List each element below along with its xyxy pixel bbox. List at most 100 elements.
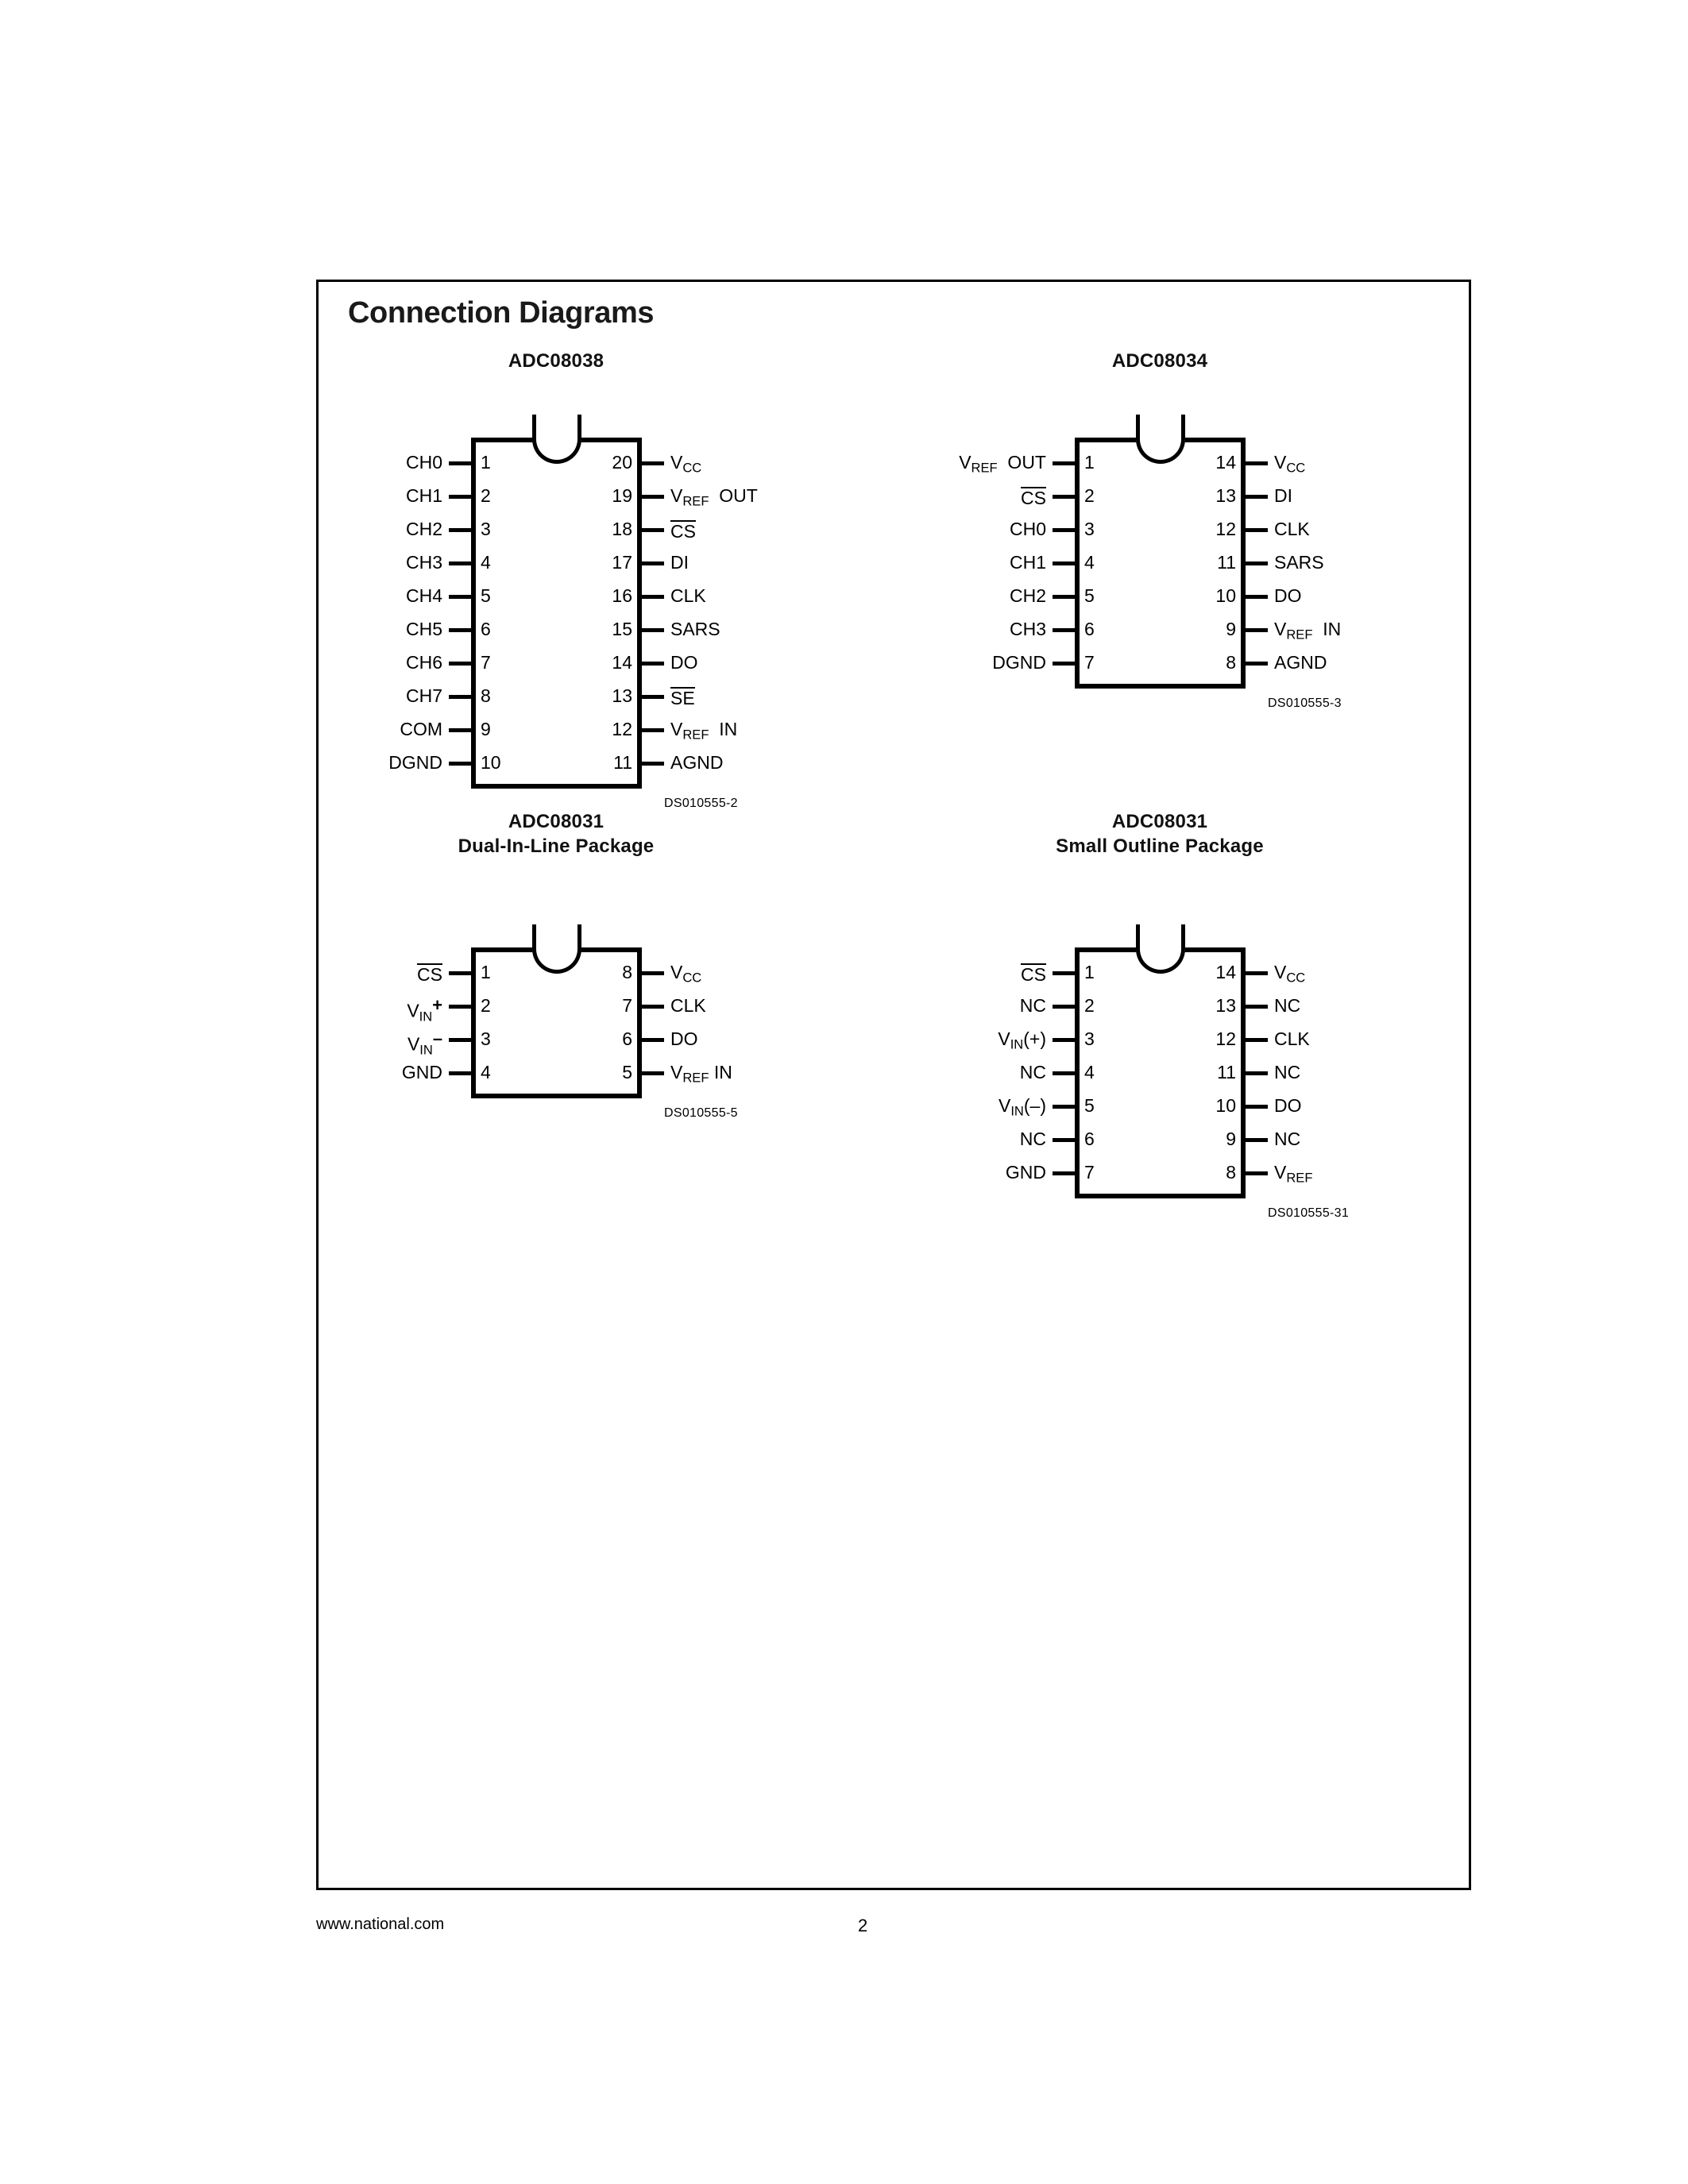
pin-number-8: 8	[1226, 1162, 1236, 1183]
pin-label-di: DI	[1274, 484, 1292, 506]
pin-lead	[642, 727, 664, 732]
pin-number-6: 6	[481, 618, 491, 639]
chip-pin1-notch-icon	[532, 414, 581, 464]
pin-label-vref-in: VREF IN	[1274, 618, 1342, 642]
pin-label-cs: CS	[1021, 963, 1046, 986]
pin-label-gnd: GND	[401, 1062, 442, 1083]
pin-lead	[1053, 527, 1075, 532]
pin-label-vref-in: VREF IN	[670, 1062, 732, 1086]
pin-lead	[1246, 1005, 1268, 1009]
pin-number-3: 3	[1084, 518, 1095, 539]
pin-number-2: 2	[481, 995, 491, 1017]
pin-label-vcc: VCC	[1274, 451, 1306, 476]
chip-package-adc08038: 1 CH0 2 CH1 3 CH2 4 CH3 5 CH4 6 CH5 7 CH6 8 CH7 9 COM 10 DG…	[334, 374, 778, 825]
pin-lead	[449, 694, 471, 699]
pin-number-6: 6	[1084, 618, 1095, 639]
pin-number-7: 7	[1084, 651, 1095, 673]
pin-lead	[642, 461, 664, 465]
pin-number-11: 11	[613, 751, 632, 773]
pin-lead	[1246, 1138, 1268, 1143]
chip-diagram-adc08031-dip: ADC08031 Dual-In-Line Package 1 CS 2 VIN+ 3 VI…	[334, 810, 778, 1135]
pin-lead	[1053, 1138, 1075, 1143]
pin-lead	[1246, 1105, 1268, 1109]
pin-lead	[449, 494, 471, 499]
pin-number-1: 1	[1084, 962, 1095, 983]
pin-label-ch2: CH2	[405, 518, 442, 539]
pin-lead	[642, 694, 664, 699]
pin-number-18: 18	[612, 518, 632, 539]
pin-number-5: 5	[622, 1062, 632, 1083]
pin-label-cs: CS	[1021, 486, 1046, 508]
pin-label-dgnd: DGND	[388, 751, 442, 773]
chip-caption-adc08031-so: ADC08031 Small Outline Package	[1056, 811, 1264, 857]
pin-label-do: DO	[1274, 585, 1302, 606]
pin-lead	[449, 1071, 471, 1076]
pin-number-10: 10	[1215, 585, 1236, 606]
pin-lead	[1053, 1171, 1075, 1176]
pin-label-sars: SARS	[670, 618, 720, 639]
pin-number-12: 12	[1215, 518, 1236, 539]
pin-number-3: 3	[1084, 1028, 1095, 1050]
pin-lead	[642, 494, 664, 499]
pin-lead	[449, 727, 471, 732]
pin-lead	[1246, 661, 1268, 666]
pin-lead	[1246, 461, 1268, 465]
pin-lead	[1053, 1005, 1075, 1009]
figure-id-DS010555-31: DS010555-31	[1268, 1206, 1350, 1221]
pin-label-do: DO	[670, 651, 698, 673]
pin-lead	[1246, 627, 1268, 632]
pin-label-ch1: CH1	[405, 484, 442, 506]
pin-label-ch3: CH3	[405, 551, 442, 573]
pin-lead	[449, 761, 471, 766]
pin-number-7: 7	[1084, 1162, 1095, 1183]
pin-lead	[449, 594, 471, 599]
pin-label-dgnd: DGND	[992, 651, 1046, 673]
pin-label-agnd: AGND	[670, 751, 724, 773]
pin-lead	[1053, 594, 1075, 599]
chip-package-adc08034: 1 VREF OUT 2 CS 3 CH0 4 CH1 5 CH2 6 CH3 7 DGND 14 VCC 13…	[937, 374, 1382, 725]
pin-number-9: 9	[1226, 618, 1236, 639]
pin-number-14: 14	[1215, 451, 1236, 473]
page-title: Connection Diagrams	[348, 296, 655, 330]
pin-number-2: 2	[1084, 484, 1095, 506]
pin-number-10: 10	[481, 751, 501, 773]
pin-label-ch7: CH7	[405, 685, 442, 706]
pin-label-vin-: VIN(+)	[998, 1028, 1046, 1053]
pin-number-6: 6	[622, 1028, 632, 1050]
chip-package-adc08031-so: 1 CS 2 NC 3 VIN(+) 4 NC 5 VIN(–) 6 NC 7 GND 14 VCC 13 NC 1…	[937, 859, 1382, 1235]
pin-label-ch2: CH2	[1009, 585, 1046, 606]
pin-lead	[449, 561, 471, 565]
pin-lead	[642, 971, 664, 976]
pin-lead	[642, 561, 664, 565]
pin-lead	[449, 527, 471, 532]
pin-label-ch6: CH6	[405, 651, 442, 673]
pin-lead	[642, 627, 664, 632]
pin-label-gnd: GND	[1005, 1162, 1046, 1183]
pin-lead	[642, 1005, 664, 1009]
pin-label-vin-: VIN+	[407, 995, 442, 1024]
pin-label-ch4: CH4	[405, 585, 442, 606]
pin-number-6: 6	[1084, 1129, 1095, 1150]
pin-label-vcc: VCC	[670, 962, 702, 986]
pin-lead	[1246, 971, 1268, 976]
pin-label-ch0: CH0	[405, 451, 442, 473]
pin-label-cs: CS	[670, 519, 696, 542]
pin-label-clk: CLK	[670, 995, 706, 1017]
figure-id-DS010555-5: DS010555-5	[664, 1106, 738, 1121]
pin-number-7: 7	[481, 651, 491, 673]
pin-lead	[642, 527, 664, 532]
pin-number-4: 4	[481, 1062, 491, 1083]
pin-lead	[1246, 1038, 1268, 1043]
footer-website-link[interactable]: www.national.com	[316, 1916, 444, 1934]
pin-lead	[449, 1038, 471, 1043]
pin-label-sars: SARS	[1274, 551, 1324, 573]
pin-number-1: 1	[1084, 451, 1095, 473]
pin-label-clk: CLK	[670, 585, 706, 606]
pin-label-nc: NC	[1274, 1129, 1301, 1150]
pin-number-12: 12	[612, 718, 632, 739]
pin-label-vref-out: VREF OUT	[670, 484, 758, 509]
pin-label-do: DO	[670, 1028, 698, 1050]
pin-number-17: 17	[612, 551, 632, 573]
footer-page-number: 2	[858, 1916, 868, 1935]
pin-label-nc: NC	[1019, 995, 1046, 1017]
